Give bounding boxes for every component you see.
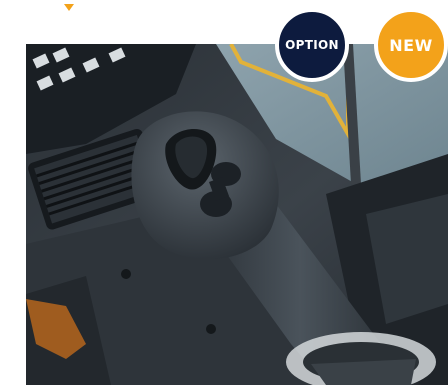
triangle-down-icon: [64, 4, 74, 11]
option-badge: OPTION: [275, 8, 349, 82]
option-badge-label: OPTION: [285, 38, 339, 52]
joystick-illustration: [26, 44, 448, 385]
new-badge: NEW: [374, 8, 448, 82]
new-badge-label: NEW: [389, 35, 433, 55]
joystick-photo: [26, 44, 448, 385]
